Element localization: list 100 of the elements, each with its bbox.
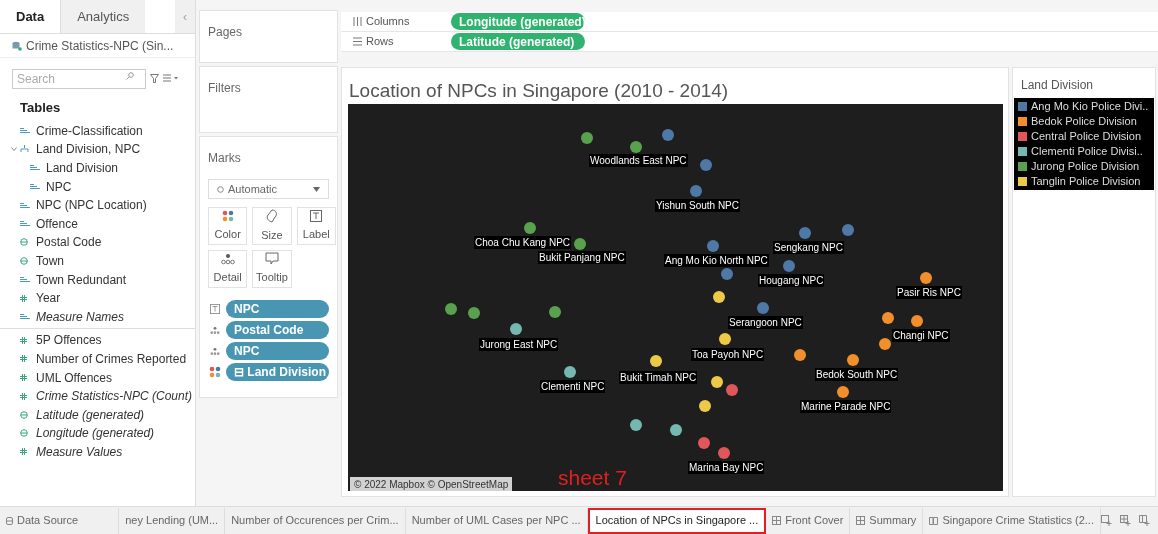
map-label: Bukit Panjang NPC (538, 251, 626, 264)
globe-icon (20, 238, 28, 247)
sheet-tab[interactable]: Number of Occurences per Crim... (225, 507, 406, 534)
map-label: Serangoon NPC (728, 316, 803, 329)
caret-icon[interactable] (11, 146, 17, 153)
new-sheet-icon[interactable] (1101, 515, 1112, 526)
database-icon (12, 40, 22, 51)
text-type-icon (20, 314, 30, 320)
sheet-tab[interactable]: Number of UML Cases per NPC ... (405, 507, 588, 534)
circle-icon (217, 185, 224, 193)
grid-icon (772, 516, 782, 525)
dots-icon (210, 325, 220, 335)
sheet-tab[interactable]: Location of NPCs in Singapore ... (587, 507, 767, 534)
number-type-icon (20, 355, 27, 363)
text-type-icon (20, 221, 30, 227)
map-attribution: © 2022 Mapbox © OpenStreetMap (350, 477, 513, 492)
database-icon (6, 516, 13, 525)
field-item[interactable]: Land Division (46, 159, 119, 177)
field-item[interactable]: Longitude (generated) (36, 424, 155, 443)
map-label: Changi NPC (892, 329, 950, 342)
map-label: Ang Mo Kio North NPC (664, 254, 769, 267)
search-icon (126, 72, 134, 80)
map-label: Yishun South NPC (655, 199, 740, 212)
mark-property-button[interactable]: Detail (208, 250, 248, 288)
legend-label: Jurong Police Division (1031, 159, 1140, 175)
legend-label: Ang Mo Kio Police Divi.. (1031, 99, 1149, 115)
mark-property-button[interactable]: Tooltip (252, 250, 292, 288)
book-icon (929, 516, 939, 525)
map-label: Jurong East NPC (479, 338, 559, 351)
data-source-name[interactable]: Crime Statistics-NPC (Sin... (26, 36, 174, 55)
map-label: Bukit Timah NPC (619, 371, 698, 384)
speech-bubble-icon (265, 252, 279, 266)
field-item[interactable]: Latitude (generated) (36, 405, 145, 424)
annotation-text: sheet 7 (558, 466, 627, 490)
new-dashboard-icon[interactable] (1120, 515, 1131, 526)
number-type-icon (20, 374, 27, 381)
mark-type-dropdown[interactable]: Automatic (208, 179, 329, 199)
field-item[interactable]: Crime-Classification (36, 121, 143, 140)
sheet-tab[interactable]: Data Source (0, 507, 120, 534)
mark-property-button[interactable]: Color (208, 207, 248, 245)
section-heading: Tables (19, 99, 62, 117)
globe-icon (20, 429, 28, 438)
globe-icon (20, 410, 28, 419)
map-label: Bedok South NPC (815, 368, 899, 381)
field-item[interactable]: Offence (36, 214, 78, 233)
mark-property-button[interactable]: Size (252, 207, 292, 245)
shelf-title: Pages (208, 25, 243, 39)
text-type-icon (20, 277, 30, 283)
list-view-icon[interactable] (163, 74, 179, 82)
field-item[interactable]: Town (36, 251, 64, 270)
grid-icon (856, 516, 866, 525)
map-label: Marine Parade NPC (800, 400, 892, 413)
number-type-icon (20, 336, 27, 344)
text-type-icon (30, 165, 40, 171)
mark-property-button[interactable]: Label (296, 207, 336, 245)
shelf-title: Filters (208, 81, 241, 95)
text-type-icon (20, 128, 30, 134)
field-item[interactable]: Year (36, 289, 61, 308)
shape-outline-icon (265, 208, 279, 223)
filter-icon[interactable] (150, 73, 159, 83)
map-label: Woodlands East NPC (589, 154, 688, 167)
field-item[interactable]: Crime Statistics-NPC (Count) (36, 387, 193, 406)
globe-icon (20, 256, 28, 265)
field-item[interactable]: UML Offences (36, 368, 113, 387)
legend-label: Central Police Division (1031, 129, 1142, 145)
pane-tab[interactable]: Analytics (60, 0, 146, 33)
sheet-tab[interactable]: Front Cover (766, 507, 851, 534)
hierarchy-icon (20, 145, 29, 154)
new-story-icon[interactable] (1139, 515, 1150, 526)
field-item[interactable]: Measure Values (36, 442, 123, 461)
field-item[interactable]: Postal Code (36, 233, 102, 252)
number-type-icon (20, 448, 27, 456)
columns-icon (353, 17, 362, 26)
shelf-label: Columns (366, 14, 410, 30)
map-label: Toa Payoh NPC (691, 348, 765, 361)
map-label: Clementi NPC (540, 380, 606, 393)
field-item[interactable]: Land Division, NPC (36, 140, 141, 159)
map-label: Marina Bay NPC (688, 461, 765, 474)
field-item[interactable]: Number of Crimes Reported (36, 349, 187, 368)
number-type-icon (20, 294, 27, 302)
field-item[interactable]: NPC (NPC Location) (36, 196, 147, 215)
text-box-icon (310, 209, 323, 222)
shelf-label: Rows (366, 34, 394, 50)
field-item[interactable]: Measure Names (36, 307, 125, 326)
sheet-tab[interactable]: ney Lending (UM... (119, 507, 226, 534)
worksheet-title: Location of NPCs in Singapore (2010 - 2014) (349, 79, 729, 103)
dots-icon (210, 346, 220, 356)
legend-label: Tanglin Police Division (1031, 174, 1141, 190)
legend-label: Bedok Police Division (1031, 114, 1137, 130)
sheet-tab[interactable]: Summary (850, 507, 924, 534)
search-field[interactable]: Search (12, 69, 146, 89)
text-type-icon (20, 202, 30, 208)
map-label: Choa Chu Kang NPC (474, 236, 572, 249)
sheet-tab[interactable]: Singapore Crime Statistics (2... (923, 507, 1101, 534)
map-label: Pasir Ris NPC (896, 286, 962, 299)
field-item[interactable]: 5P Offences (36, 331, 102, 350)
field-item[interactable]: Town Redundant (36, 270, 127, 289)
number-type-icon (20, 392, 27, 400)
legend-label: Clementi Police Divisi.. (1031, 144, 1143, 160)
field-item[interactable]: NPC (46, 177, 72, 196)
